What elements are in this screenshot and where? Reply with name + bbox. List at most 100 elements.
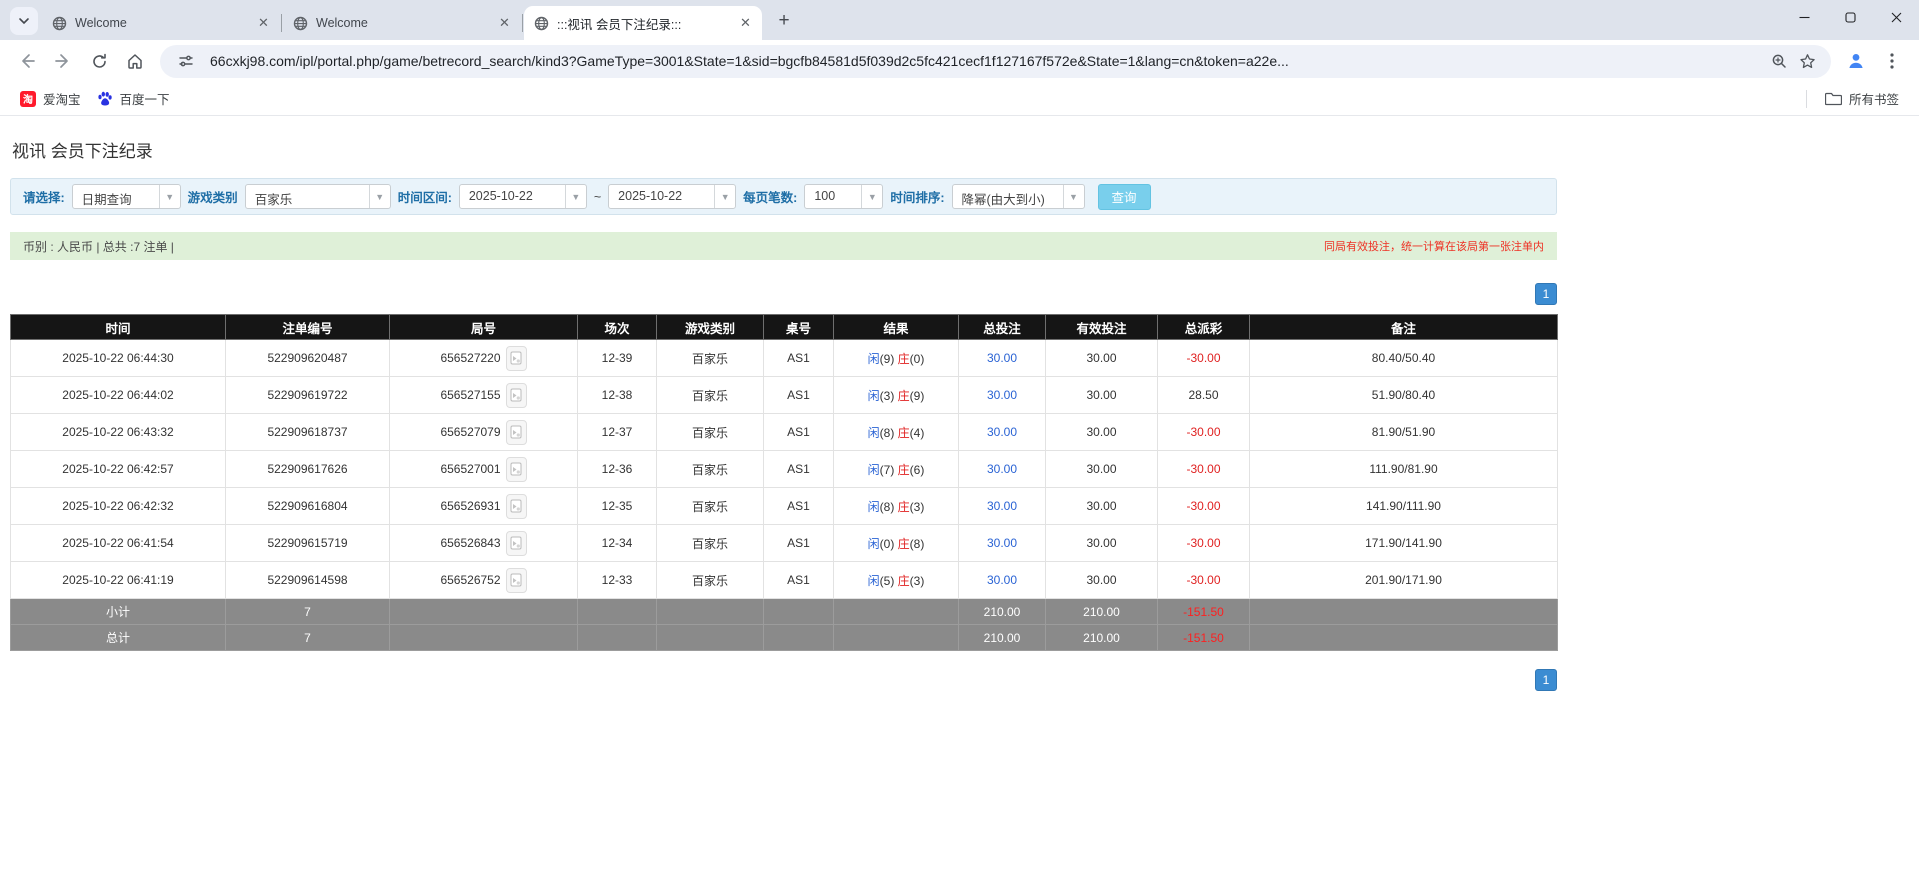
round-number: 656527155	[440, 388, 501, 402]
cell-payout: -30.00	[1157, 524, 1250, 562]
payout-value: -30.00	[1186, 425, 1221, 439]
date-from-value: 2025-10-22	[468, 189, 533, 203]
payout-value: -30.00	[1186, 351, 1221, 365]
cell-round: 656526843	[389, 524, 578, 562]
cell-total-bet: 30.00	[958, 524, 1046, 562]
tab-close-icon[interactable]: ✕	[255, 15, 272, 32]
round-video-icon[interactable]	[505, 419, 527, 445]
query-type-value: 日期查询	[81, 193, 132, 207]
back-button[interactable]	[10, 44, 44, 78]
bookmark-baidu[interactable]: 百度一下	[89, 85, 178, 112]
cell-time: 2025-10-22 06:43:32	[10, 413, 226, 451]
cell-payout: -30.00	[1157, 339, 1250, 377]
window-minimize-button[interactable]	[1781, 0, 1827, 34]
new-tab-button[interactable]: +	[770, 7, 798, 35]
date-from-select[interactable]: 2025-10-22 ▼	[458, 184, 587, 209]
total-bet-link[interactable]: 30.00	[987, 462, 1017, 476]
round-number-group: 656527155	[440, 382, 527, 408]
menu-button[interactable]	[1875, 44, 1909, 78]
window-maximize-button[interactable]	[1827, 0, 1873, 34]
refresh-button[interactable]	[82, 44, 116, 78]
tab-welcome-1[interactable]: Welcome ✕	[42, 6, 280, 40]
tab-bet-records-active[interactable]: :::视讯 会员下注纪录::: ✕	[524, 6, 762, 40]
page-1-button[interactable]: 1	[1535, 669, 1557, 691]
column-header: 结果	[833, 314, 959, 340]
bookmark-star-icon[interactable]	[1793, 47, 1821, 75]
cell-round: 656527155	[389, 376, 578, 414]
home-button[interactable]	[118, 44, 152, 78]
dropdown-caret-icon: ▼	[158, 185, 180, 208]
tab-strip: Welcome ✕ Welcome ✕ :::视讯 会员下注纪录::: ✕ +	[0, 0, 1919, 40]
url-text[interactable]: 66cxkj98.com/ipl/portal.php/game/betreco…	[210, 53, 1765, 69]
round-video-icon[interactable]	[505, 493, 527, 519]
site-settings-icon[interactable]	[172, 47, 200, 75]
sort-select[interactable]: 降幂(由大到小) ▼	[951, 184, 1085, 209]
game-type-label: 游戏类别	[187, 191, 238, 205]
cell-total-bet: 30.00	[958, 487, 1046, 525]
game-type-value: 百家乐	[254, 193, 293, 207]
tab-close-icon[interactable]: ✕	[737, 15, 754, 32]
round-video-icon[interactable]	[505, 345, 527, 371]
page-1-button[interactable]: 1	[1535, 283, 1557, 305]
round-number-group: 656526843	[440, 530, 527, 556]
footer-payout: -151.50	[1157, 598, 1250, 625]
date-range-label: 时间区间:	[397, 191, 452, 205]
window-close-button[interactable]	[1873, 0, 1919, 34]
cell-remark: 141.90/111.90	[1249, 487, 1558, 525]
cell-remark: 111.90/81.90	[1249, 450, 1558, 488]
result-banker-score: (9)	[909, 388, 925, 403]
cell-game-type: 百家乐	[656, 376, 764, 414]
game-type-select[interactable]: 百家乐 ▼	[244, 184, 391, 209]
round-video-icon[interactable]	[505, 456, 527, 482]
tab-welcome-2[interactable]: Welcome ✕	[283, 6, 521, 40]
round-video-icon[interactable]	[505, 382, 527, 408]
query-type-select[interactable]: 日期查询 ▼	[71, 184, 181, 209]
footer-empty-cell	[577, 598, 657, 625]
tab-separator	[281, 14, 282, 32]
cell-time: 2025-10-22 06:41:19	[10, 561, 226, 599]
total-bet-link[interactable]: 30.00	[987, 351, 1017, 365]
cell-valid-bet: 30.00	[1045, 339, 1158, 377]
address-bar[interactable]: 66cxkj98.com/ipl/portal.php/game/betreco…	[160, 44, 1831, 78]
total-bet-link[interactable]: 30.00	[987, 425, 1017, 439]
total-bet-link[interactable]: 30.00	[987, 573, 1017, 587]
summary-right-note: 同局有效投注，统一计算在该局第一张注单内	[1324, 241, 1544, 253]
date-to-select[interactable]: 2025-10-22 ▼	[608, 184, 737, 209]
cell-remark: 80.40/50.40	[1249, 339, 1558, 377]
date-tilde: ~	[593, 189, 602, 204]
total-bet-link[interactable]: 30.00	[987, 499, 1017, 513]
table-row: 2025-10-22 06:42:32 522909616804 656526931…	[10, 487, 1558, 525]
cell-result: 闲(9) 庄(0)	[833, 339, 959, 377]
search-button[interactable]: 查询	[1097, 183, 1151, 210]
tab-search-button[interactable]	[10, 7, 38, 35]
cell-round: 656527079	[389, 413, 578, 451]
result-banker-score: (4)	[909, 425, 925, 440]
cell-time: 2025-10-22 06:41:54	[10, 524, 226, 562]
query-type-label: 请选择:	[23, 191, 65, 205]
page-size-select[interactable]: 100 ▼	[804, 184, 884, 209]
round-video-icon[interactable]	[505, 567, 527, 593]
footer-empty-cell	[656, 598, 764, 625]
total-bet-link[interactable]: 30.00	[987, 536, 1017, 550]
cell-result: 闲(8) 庄(4)	[833, 413, 959, 451]
all-bookmarks-button[interactable]: 所有书签	[1817, 85, 1907, 112]
result-banker-score: (3)	[909, 573, 925, 588]
bookmark-taobao[interactable]: 淘 爱淘宝	[12, 85, 89, 112]
cell-valid-bet: 30.00	[1045, 413, 1158, 451]
payout-value: 28.50	[1188, 388, 1219, 402]
forward-button[interactable]	[46, 44, 80, 78]
result-banker-score: (6)	[909, 462, 925, 477]
cell-table-no: AS1	[763, 524, 834, 562]
taobao-icon: 淘	[20, 90, 36, 107]
filter-panel: 请选择: 日期查询 ▼ 游戏类别 百家乐 ▼ 时间区间: 2025-10-22 …	[10, 178, 1557, 215]
chevron-down-icon	[19, 18, 29, 25]
cell-table-no: AS1	[763, 413, 834, 451]
profile-avatar[interactable]	[1839, 44, 1873, 78]
zoom-icon[interactable]	[1765, 47, 1793, 75]
cell-table-no: AS1	[763, 376, 834, 414]
footer-total-bet: 210.00	[958, 624, 1046, 651]
cell-bet-id: 522909620487	[225, 339, 390, 377]
tab-close-icon[interactable]: ✕	[496, 15, 513, 32]
round-video-icon[interactable]	[505, 530, 527, 556]
total-bet-link[interactable]: 30.00	[987, 388, 1017, 402]
